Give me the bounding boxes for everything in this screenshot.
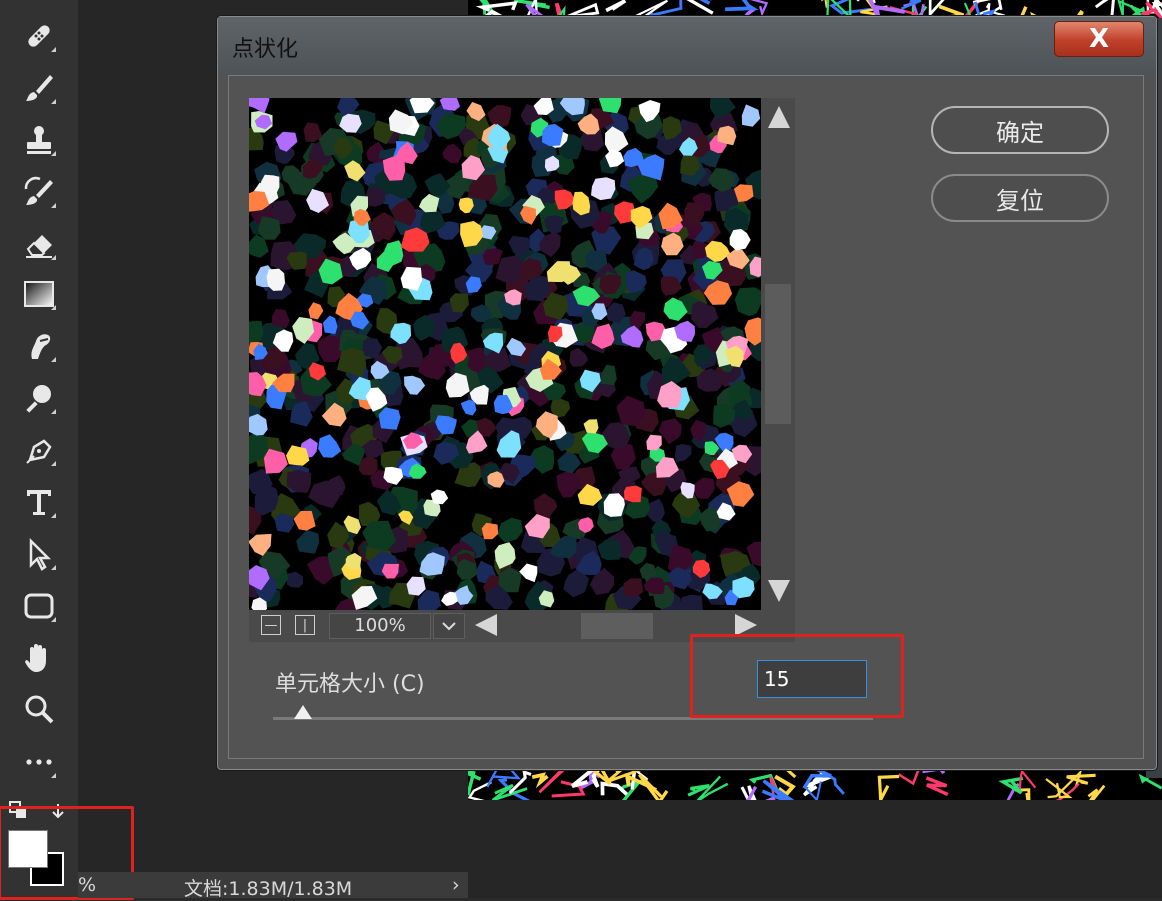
- filter-preview[interactable]: [249, 98, 761, 610]
- path-select-tool[interactable]: [14, 532, 64, 576]
- minus-icon: —: [264, 617, 278, 633]
- scroll-left-icon[interactable]: [475, 614, 497, 636]
- zoom-tool[interactable]: [14, 688, 64, 732]
- smudge-tool[interactable]: [14, 324, 64, 368]
- scroll-down-icon[interactable]: [768, 580, 790, 602]
- pointillize-dialog: 点状化 X — | 100% 确定 复位 单元格大小 (C): [217, 16, 1157, 770]
- zoom-icon: [25, 695, 54, 724]
- reset-button[interactable]: 复位: [931, 174, 1109, 222]
- preview-vertical-scrollbar[interactable]: [761, 98, 795, 610]
- scroll-right-icon[interactable]: [735, 614, 757, 636]
- history-brush-tool[interactable]: [14, 170, 64, 214]
- scroll-up-icon[interactable]: [768, 106, 790, 128]
- brush-tool[interactable]: [14, 66, 64, 110]
- plus-icon: |: [302, 617, 308, 633]
- slider-thumb[interactable]: [294, 705, 312, 719]
- zoom-dropdown[interactable]: [433, 613, 465, 639]
- dialog-titlebar[interactable]: [218, 17, 1156, 75]
- eraser-tool[interactable]: [14, 222, 64, 266]
- zoom-out-button[interactable]: —: [261, 615, 281, 635]
- horizontal-scroll-thumb[interactable]: [581, 613, 653, 639]
- hand-icon: [25, 644, 46, 672]
- type-tool[interactable]: [14, 480, 64, 524]
- zoom-level-field[interactable]: 100%: [329, 613, 431, 639]
- canvas-artwork-bottom: [468, 770, 1162, 800]
- close-button[interactable]: X: [1054, 21, 1144, 57]
- pen-tool[interactable]: [14, 428, 64, 472]
- clone-stamp-tool[interactable]: [14, 118, 64, 162]
- dialog-body: — | 100% 确定 复位 单元格大小 (C): [228, 75, 1144, 759]
- ok-button[interactable]: 确定: [931, 106, 1109, 154]
- hand-tool[interactable]: [14, 636, 64, 680]
- status-menu-arrow[interactable]: ›: [452, 874, 460, 896]
- document-size: 文档:1.83M/1.83M: [184, 878, 353, 900]
- more-tools[interactable]: [14, 740, 64, 784]
- cell-size-label: 单元格大小 (C): [275, 672, 425, 697]
- dialog-title: 点状化: [232, 37, 299, 62]
- tools-panel: [0, 0, 78, 898]
- cell-size-highlight: [690, 634, 904, 718]
- status-percent: %: [78, 874, 97, 896]
- rectangle-tool[interactable]: [14, 584, 64, 628]
- scroll-thumb[interactable]: [765, 284, 791, 424]
- healing-brush-tool[interactable]: [14, 14, 64, 58]
- chevron-down-icon: [442, 622, 456, 631]
- dodge-tool[interactable]: [14, 376, 64, 420]
- zoom-in-button[interactable]: |: [295, 615, 315, 635]
- status-bar: % 文档:1.83M/1.83M ›: [78, 872, 468, 900]
- gradient-tool[interactable]: [14, 272, 64, 316]
